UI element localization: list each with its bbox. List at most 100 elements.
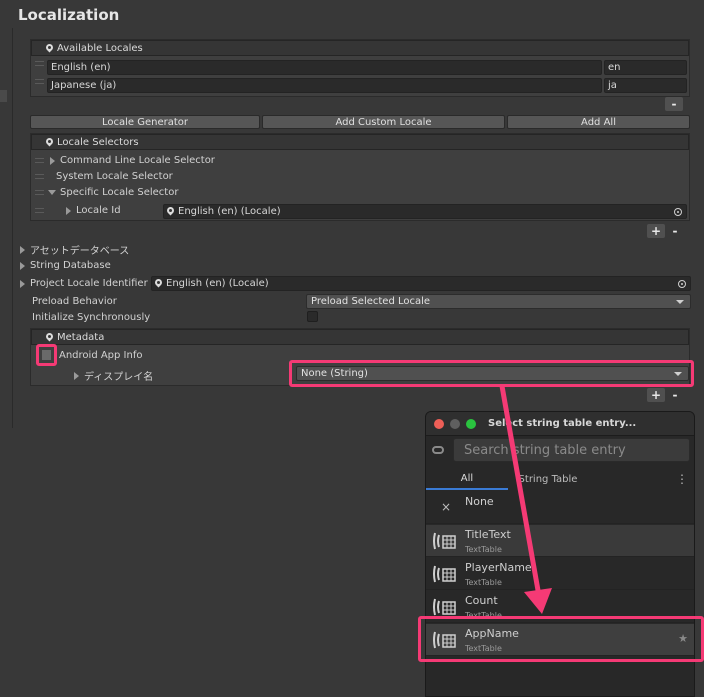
metadata-icon — [46, 333, 53, 342]
project-locale-field[interactable]: English (en) (Locale) — [151, 276, 691, 291]
string-database-foldout[interactable]: String Database — [20, 260, 111, 271]
window-title: Localization — [18, 6, 120, 24]
drag-handle-icon[interactable] — [35, 61, 44, 66]
entry-checkbox[interactable] — [42, 350, 51, 360]
pin-icon — [155, 279, 162, 288]
metadata-header: Metadata — [31, 329, 689, 345]
zoom-window-icon[interactable] — [466, 418, 476, 429]
project-locale-value: English (en) (Locale) — [166, 278, 269, 289]
object-picker-icon[interactable] — [674, 208, 682, 216]
popup-title: Select string table entry... — [488, 418, 637, 429]
locale-id-row: Locale Id — [35, 205, 121, 216]
tab-string-table[interactable]: String Table — [508, 468, 588, 490]
entry-table: TextTable — [465, 545, 502, 554]
add-all-button[interactable]: Add All — [507, 115, 690, 129]
string-table-icon — [433, 532, 456, 550]
divider — [12, 28, 13, 428]
locale-row[interactable] — [35, 61, 47, 66]
locale-code-field[interactable]: ja — [604, 78, 687, 93]
foldout-arrow-icon[interactable] — [20, 279, 25, 288]
project-locale-label: Project Locale Identifier — [30, 278, 148, 289]
selector-label: System Locale Selector — [56, 171, 173, 182]
locale-row[interactable] — [35, 79, 44, 84]
locale-id-field[interactable]: English (en) (Locale) — [163, 204, 687, 219]
pin-icon — [167, 207, 174, 216]
locale-id-value: English (en) (Locale) — [178, 206, 281, 217]
remove-selector-button[interactable]: - — [666, 224, 684, 238]
pin-icon — [46, 44, 53, 53]
pin-icon — [46, 138, 53, 147]
list-item-none[interactable]: × None — [426, 492, 694, 524]
foldout-arrow-icon[interactable] — [20, 261, 25, 270]
selector-item[interactable]: Specific Locale Selector — [35, 187, 178, 198]
popup-tabs: All String Table ⋮ — [426, 468, 694, 490]
drag-handle-icon[interactable] — [35, 158, 44, 163]
add-metadata-button[interactable]: + — [647, 388, 665, 402]
drag-handle-icon[interactable] — [35, 208, 44, 213]
highlight-box — [418, 616, 704, 662]
remove-locale-button[interactable]: - — [665, 97, 683, 111]
locale-selectors-title: Locale Selectors — [57, 136, 139, 148]
selector-item[interactable]: Command Line Locale Selector — [35, 155, 215, 166]
string-database-label: String Database — [30, 260, 111, 271]
available-locales-header: Available Locales — [31, 40, 689, 56]
none-icon: × — [441, 500, 452, 514]
foldout-arrow-icon[interactable] — [50, 156, 55, 165]
search-input[interactable]: Search string table entry — [453, 438, 690, 462]
entry-table: TextTable — [465, 578, 502, 587]
string-table-icon — [433, 598, 456, 616]
link-icon — [432, 446, 444, 454]
locale-name-field[interactable]: Japanese (ja) — [47, 78, 602, 93]
locale-selectors-panel: Locale Selectors Command Line Locale Sel… — [30, 133, 690, 221]
metadata-title: Metadata — [57, 331, 105, 343]
chevron-down-icon — [674, 372, 682, 376]
popup-titlebar: Select string table entry... — [426, 412, 694, 436]
string-table-icon — [433, 565, 456, 583]
entry-name: PlayerName — [465, 561, 532, 574]
drag-handle-icon[interactable] — [35, 79, 44, 84]
init-sync-checkbox[interactable] — [307, 311, 318, 322]
display-name-dropdown[interactable]: None (String) — [296, 366, 689, 381]
foldout-arrow-icon[interactable] — [20, 245, 25, 254]
init-sync-label: Initialize Synchronously — [32, 312, 151, 323]
entry-name: None — [465, 495, 494, 508]
preload-behavior-dropdown[interactable]: Preload Selected Locale — [306, 294, 691, 309]
project-locale-label-row: Project Locale Identifier — [20, 278, 148, 289]
available-locales-title: Available Locales — [57, 42, 143, 54]
locale-id-label: Locale Id — [76, 205, 121, 216]
asset-database-foldout[interactable]: アセットデータベース — [20, 242, 129, 257]
list-item[interactable]: TitleText TextTable — [426, 525, 694, 557]
drag-handle-icon[interactable] — [35, 190, 44, 195]
asset-database-label: アセットデータベース — [30, 246, 130, 257]
object-picker-icon[interactable] — [678, 280, 686, 288]
selector-label: Command Line Locale Selector — [60, 155, 215, 166]
locale-generator-button[interactable]: Locale Generator — [30, 115, 260, 129]
selector-label: Specific Locale Selector — [60, 187, 179, 198]
foldout-arrow-icon[interactable] — [66, 206, 71, 215]
list-item[interactable]: PlayerName TextTable — [426, 558, 694, 590]
android-app-info-label: Android App Info — [59, 350, 143, 361]
tab-all[interactable]: All — [426, 468, 508, 490]
scroll-marker — [0, 90, 7, 102]
add-custom-locale-button[interactable]: Add Custom Locale — [262, 115, 505, 129]
preload-behavior-label: Preload Behavior — [32, 296, 117, 307]
more-menu-icon[interactable]: ⋮ — [676, 472, 688, 486]
locale-name-field[interactable]: English (en) — [47, 60, 602, 75]
search-placeholder: Search string table entry — [464, 442, 626, 458]
minimize-window-icon[interactable] — [450, 418, 460, 429]
entry-name: Count — [465, 594, 498, 607]
preload-behavior-value: Preload Selected Locale — [311, 296, 431, 307]
foldout-arrow-icon[interactable] — [74, 371, 79, 380]
add-selector-button[interactable]: + — [647, 224, 665, 238]
drag-handle-icon[interactable] — [35, 174, 44, 179]
entry-name: TitleText — [465, 528, 511, 541]
available-locales-panel: Available Locales English (en) en Japane… — [30, 39, 690, 97]
foldout-arrow-icon[interactable] — [48, 190, 56, 195]
display-name-value: None (String) — [301, 368, 368, 379]
locale-code-field[interactable]: en — [604, 60, 687, 75]
remove-metadata-button[interactable]: - — [666, 388, 684, 402]
selector-item[interactable]: System Locale Selector — [35, 171, 173, 182]
chevron-down-icon — [676, 300, 684, 304]
close-window-icon[interactable] — [434, 418, 444, 429]
locale-selectors-header: Locale Selectors — [31, 134, 689, 150]
